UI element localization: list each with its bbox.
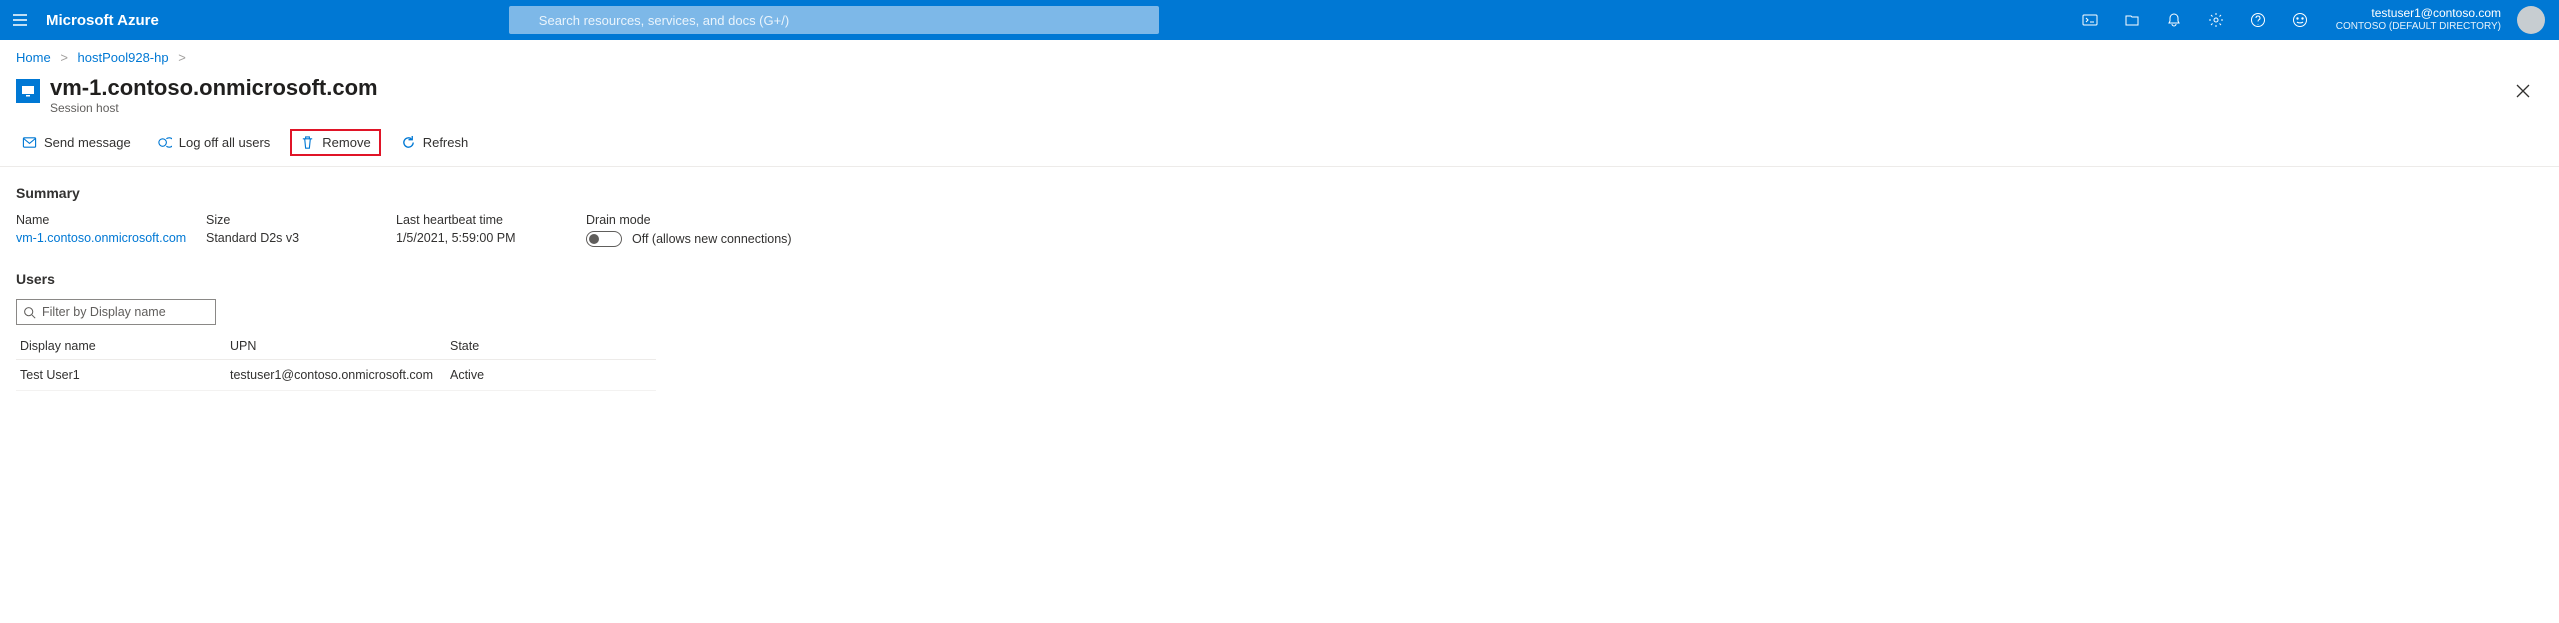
avatar[interactable] [2517,6,2545,34]
users-table: Display name UPN State Test User1 testus… [16,333,656,391]
size-value: Standard D2s v3 [206,231,396,245]
feedback-icon[interactable] [2280,0,2320,40]
notifications-icon[interactable] [2154,0,2194,40]
topbar: Microsoft Azure testuser1@contoso.com [0,0,2559,40]
users-filter-input[interactable] [42,305,209,319]
name-label: Name [16,213,206,227]
breadcrumb: Home > hostPool928-hp > [0,40,2559,71]
cell-display-name: Test User1 [16,360,226,391]
drain-mode-toggle[interactable] [586,231,622,247]
menu-icon[interactable] [8,8,32,32]
col-state[interactable]: State [446,333,656,360]
brand-label: Microsoft Azure [46,12,159,29]
account-info[interactable]: testuser1@contoso.com CONTOSO (DEFAULT D… [2322,7,2509,33]
name-value[interactable]: vm-1.contoso.onmicrosoft.com [16,231,206,245]
drain-mode-state: Off (allows new connections) [632,232,792,246]
cell-upn: testuser1@contoso.onmicrosoft.com [226,360,446,391]
chevron-right-icon: > [172,50,192,65]
drain-mode-label: Drain mode [586,213,2543,227]
remove-label: Remove [322,135,370,150]
users-filter[interactable] [16,299,216,325]
log-off-label: Log off all users [179,135,271,150]
refresh-button[interactable]: Refresh [395,131,475,154]
send-message-button[interactable]: Send message [16,131,137,154]
resource-header: vm-1.contoso.onmicrosoft.com Session hos… [0,71,2559,123]
account-email: testuser1@contoso.com [2336,7,2501,20]
heartbeat-label: Last heartbeat time [396,213,586,227]
global-search-input[interactable] [509,6,1159,34]
users-heading: Users [16,271,2543,287]
table-row[interactable]: Test User1 testuser1@contoso.onmicrosoft… [16,360,656,391]
content: Summary Name vm-1.contoso.onmicrosoft.co… [0,167,2559,421]
col-upn[interactable]: UPN [226,333,446,360]
account-tenant: CONTOSO (DEFAULT DIRECTORY) [2336,20,2501,33]
breadcrumb-hostpool[interactable]: hostPool928-hp [78,50,169,65]
refresh-label: Refresh [423,135,469,150]
size-label: Size [206,213,396,227]
page-title: vm-1.contoso.onmicrosoft.com [50,75,2507,101]
command-bar: Send message Log off all users Remove Re… [0,123,2559,167]
breadcrumb-home[interactable]: Home [16,50,51,65]
send-message-label: Send message [44,135,131,150]
col-display-name[interactable]: Display name [16,333,226,360]
cell-state: Active [446,360,656,391]
help-icon[interactable] [2238,0,2278,40]
log-off-all-users-button[interactable]: Log off all users [151,131,277,154]
close-button[interactable] [2507,75,2539,107]
cloud-shell-icon[interactable] [2070,0,2110,40]
remove-button[interactable]: Remove [290,129,380,156]
chevron-right-icon: > [54,50,74,65]
heartbeat-value: 1/5/2021, 5:59:00 PM [396,231,586,245]
session-host-icon [16,79,40,103]
directories-icon[interactable] [2112,0,2152,40]
page-subtitle: Session host [50,101,2507,115]
settings-icon[interactable] [2196,0,2236,40]
summary-heading: Summary [16,185,2543,201]
